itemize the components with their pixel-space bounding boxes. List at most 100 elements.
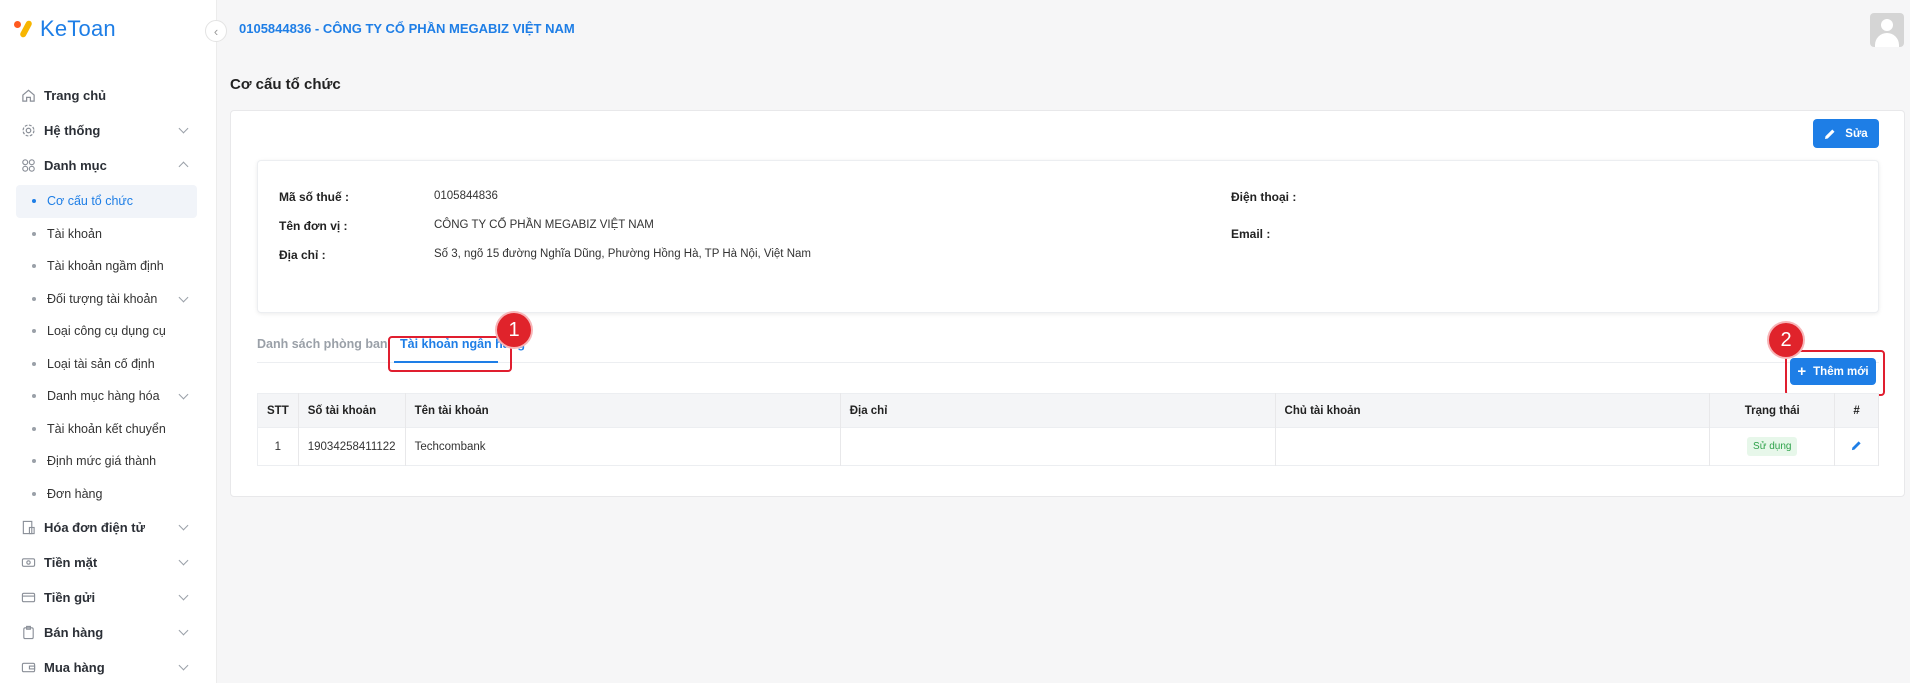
sidebar-item-cash[interactable]: Tiền mặt xyxy=(0,545,217,580)
company-title[interactable]: 0105844836 - CÔNG TY CỔ PHẦN MEGABIZ VIỆ… xyxy=(239,21,575,36)
col-header-address: Địa chỉ xyxy=(840,393,1276,428)
chevron-down-icon xyxy=(178,660,189,671)
annotation-badge-1: 1 xyxy=(497,313,531,347)
sidebar-item-e-invoice[interactable]: Hóa đơn điện tử xyxy=(0,510,217,545)
sidebar-subitem-transfer-accounts[interactable]: Tài khoản kết chuyển xyxy=(0,413,217,446)
address-value: Số 3, ngõ 15 đường Nghĩa Dũng, Phường Hồ… xyxy=(434,248,811,260)
bullet-icon xyxy=(32,231,36,236)
sidebar-subitem-fixed-asset-types[interactable]: Loại tài sản cố định xyxy=(0,348,217,381)
phone-label: Điện thoại : xyxy=(1231,190,1297,204)
sidebar-subitem-cost-norms[interactable]: Định mức giá thành xyxy=(0,445,217,478)
col-header-status: Trạng thái xyxy=(1709,393,1836,428)
app-logo[interactable]: KeToan xyxy=(14,14,116,44)
col-header-stt: STT xyxy=(257,393,299,428)
bullet-icon xyxy=(32,361,36,366)
sidebar-item-deposits[interactable]: Tiền gửi xyxy=(0,580,217,615)
avatar-body-icon xyxy=(1875,33,1899,47)
cash-icon xyxy=(20,555,36,571)
bullet-icon xyxy=(32,296,36,301)
chevron-down-icon xyxy=(178,389,189,400)
collapse-sidebar-button[interactable]: ‹ xyxy=(205,20,227,42)
sidebar-subitem-accounts[interactable]: Tài khoản xyxy=(0,218,217,251)
sidebar-item-label: Tiền mặt xyxy=(44,555,98,570)
wallet-icon xyxy=(20,590,36,606)
sidebar-subitem-tool-types[interactable]: Loại công cụ dụng cụ xyxy=(0,315,217,348)
bank-accounts-table: STT Số tài khoản Tên tài khoản Địa chỉ C… xyxy=(257,393,1879,466)
sidebar-item-catalog[interactable]: Danh mục xyxy=(0,148,217,183)
unit-name-label: Tên đơn vị : xyxy=(279,219,348,233)
col-header-owner: Chủ tài khoản xyxy=(1275,393,1711,428)
tax-code-value: 0105844836 xyxy=(434,190,498,202)
pencil-icon xyxy=(1825,129,1835,139)
sidebar-subitem-label: Loại tài sản cố định xyxy=(47,356,155,371)
sidebar-item-label: Danh mục xyxy=(44,158,107,173)
address-label: Địa chỉ : xyxy=(279,248,326,262)
bullet-icon xyxy=(32,459,36,464)
grid-icon xyxy=(20,158,36,174)
tab-departments[interactable]: Danh sách phòng ban xyxy=(257,337,388,351)
edit-button[interactable]: Sửa xyxy=(1813,119,1879,148)
annotation-highlight-2 xyxy=(1785,350,1885,396)
sidebar-subitem-label: Đối tượng tài khoản xyxy=(47,291,158,306)
sidebar: KeToan Trang chủ Hệ thống Danh mục Cơ cấ… xyxy=(0,0,217,683)
bullet-icon xyxy=(32,394,36,399)
sidebar-subitem-label: Định mức giá thành xyxy=(47,454,157,469)
cell-address xyxy=(840,427,1276,466)
sidebar-subitem-org-structure[interactable]: Cơ cấu tổ chức xyxy=(16,185,197,218)
email-label: Email : xyxy=(1231,227,1271,241)
sidebar-subitem-orders[interactable]: Đơn hàng xyxy=(0,478,217,511)
chevron-down-icon xyxy=(178,292,189,302)
table-row[interactable]: 1 19034258411122 Techcombank Sử dụng xyxy=(257,427,1879,466)
sidebar-subitem-label: Loại công cụ dụng cụ xyxy=(47,324,166,339)
chevron-down-icon xyxy=(178,625,189,636)
company-info-panel: Mã số thuế : 0105844836 Tên đơn vị : CÔN… xyxy=(257,160,1879,313)
row-edit-button[interactable] xyxy=(1851,440,1862,454)
col-header-account-no: Số tài khoản xyxy=(298,393,406,428)
bullet-icon xyxy=(32,491,36,496)
gear-icon xyxy=(20,123,36,139)
status-badge: Sử dụng xyxy=(1747,437,1798,456)
page-title: Cơ cấu tổ chức xyxy=(230,76,341,93)
sales-icon xyxy=(20,625,36,641)
topbar: 0105844836 - CÔNG TY CỔ PHẦN MEGABIZ VIỆ… xyxy=(217,0,1910,58)
bullet-icon xyxy=(32,264,36,269)
pencil-icon xyxy=(1851,440,1861,450)
sidebar-subitem-account-objects[interactable]: Đối tượng tài khoản xyxy=(0,283,217,316)
sidebar-item-purchase[interactable]: Mua hàng xyxy=(0,650,217,683)
annotation-badge-2: 2 xyxy=(1769,323,1803,357)
sidebar-subitem-goods-catalog[interactable]: Danh mục hàng hóa xyxy=(0,380,217,413)
sidebar-item-home[interactable]: Trang chủ xyxy=(0,78,217,113)
sidebar-item-label: Tiền gửi xyxy=(44,590,96,605)
cell-actions xyxy=(1834,427,1879,466)
sidebar-item-label: Bán hàng xyxy=(44,625,104,640)
sidebar-item-label: Mua hàng xyxy=(44,660,105,675)
sidebar-subitem-label: Tài khoản xyxy=(47,226,102,241)
bullet-icon xyxy=(32,329,36,334)
sidebar-subitem-label: Tài khoản ngầm định xyxy=(47,259,164,274)
sidebar-subitem-default-accounts[interactable]: Tài khoản ngầm định xyxy=(0,250,217,283)
logo-text: KeToan xyxy=(40,16,116,41)
logo-mark-icon xyxy=(14,18,36,40)
chevron-down-icon xyxy=(178,520,189,531)
chevron-down-icon xyxy=(178,590,189,601)
cell-account-name: Techcombank xyxy=(405,427,841,466)
cell-owner xyxy=(1275,427,1711,466)
sidebar-subitem-label: Tài khoản kết chuyển xyxy=(47,421,166,436)
sidebar-item-label: Hệ thống xyxy=(44,123,101,138)
chevron-left-icon: ‹ xyxy=(213,23,219,39)
sidebar-item-label: Hóa đơn điện tử xyxy=(44,520,145,535)
invoice-icon xyxy=(20,520,36,536)
company-info: Mã số thuế : 0105844836 Tên đơn vị : CÔN… xyxy=(257,160,1879,423)
sidebar-item-label: Trang chủ xyxy=(44,88,107,103)
sidebar-item-sales[interactable]: Bán hàng xyxy=(0,615,217,650)
sidebar-subitem-label: Cơ cấu tổ chức xyxy=(47,194,134,209)
sidebar-subitem-label: Danh mục hàng hóa xyxy=(47,389,160,404)
edit-button-label: Sửa xyxy=(1845,127,1868,140)
chevron-down-icon xyxy=(178,555,189,566)
avatar-head-icon xyxy=(1881,19,1893,31)
cell-stt: 1 xyxy=(257,427,299,466)
user-avatar[interactable] xyxy=(1870,13,1904,47)
unit-name-value: CÔNG TY CỔ PHẦN MEGABIZ VIỆT NAM xyxy=(434,219,654,231)
col-header-account-name: Tên tài khoản xyxy=(405,393,841,428)
sidebar-item-system[interactable]: Hệ thống xyxy=(0,113,217,148)
